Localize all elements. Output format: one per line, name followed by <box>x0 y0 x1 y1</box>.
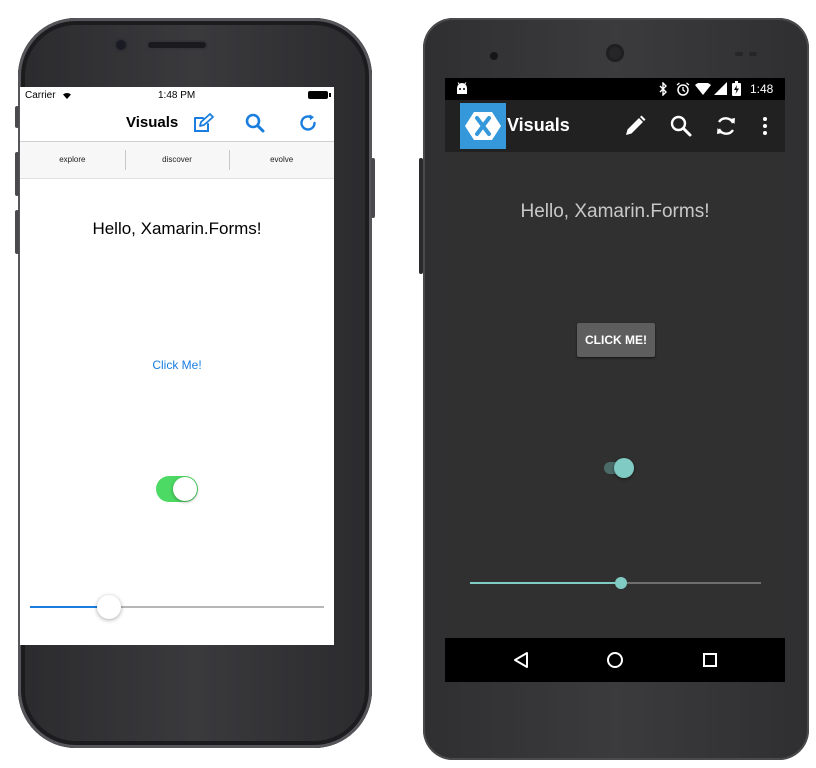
ios-click-me-button[interactable]: Click Me! <box>127 358 227 372</box>
search-icon[interactable] <box>669 114 693 138</box>
ios-screen: Carrier 1:48 PM Visuals explore discover… <box>20 87 334 645</box>
android-sensor-2 <box>749 52 757 56</box>
xamarin-logo-icon <box>460 103 506 149</box>
android-screen: 1:48 Visuals Hello, Xamarin.Forms! CLICK… <box>445 78 785 682</box>
battery-tip <box>329 93 331 97</box>
cell-signal-icon <box>714 82 727 95</box>
android-toolbar-title: Visuals <box>507 115 570 135</box>
iphone-speaker <box>148 42 206 48</box>
tab-explore[interactable]: explore <box>20 142 125 178</box>
ios-clock: 1:48 PM <box>158 90 196 101</box>
android-speaker <box>606 44 624 62</box>
overflow-menu-icon[interactable] <box>761 116 769 136</box>
iphone-mute-switch <box>15 106 19 128</box>
android-switch-thumb <box>614 458 634 478</box>
compose-icon[interactable] <box>192 113 214 133</box>
android-front-camera <box>490 52 498 60</box>
ios-nav-title: Visuals <box>126 114 179 131</box>
android-seekbar[interactable] <box>470 574 761 592</box>
battery-charging-icon <box>732 81 741 96</box>
ios-toggle-switch[interactable] <box>156 476 198 502</box>
android-wifi-icon <box>695 83 711 95</box>
tab-discover[interactable]: discover <box>124 142 230 178</box>
pencil-icon[interactable] <box>623 114 647 138</box>
android-volume-buttons <box>419 158 423 274</box>
tab-evolve[interactable]: evolve <box>229 142 334 178</box>
ios-status-bar: Carrier 1:48 PM <box>20 87 334 105</box>
android-navigation-bar <box>445 638 785 682</box>
ios-slider-thumb[interactable] <box>97 595 122 619</box>
bluetooth-icon <box>659 82 667 96</box>
search-icon[interactable] <box>245 113 265 133</box>
android-toolbar: Visuals <box>445 100 785 152</box>
iphone-volume-down <box>15 210 19 254</box>
ios-carrier: Carrier <box>25 90 56 101</box>
battery-icon <box>308 91 328 99</box>
iphone-power-button <box>371 158 375 218</box>
back-icon[interactable] <box>512 651 530 669</box>
ios-hello-label: Hello, Xamarin.Forms! <box>92 219 262 238</box>
wifi-icon <box>63 92 71 99</box>
recents-icon[interactable] <box>702 652 718 668</box>
android-seekbar-thumb[interactable] <box>615 577 628 589</box>
android-click-me-button[interactable]: CLICK ME! <box>577 323 655 357</box>
android-debug-icon <box>457 82 467 94</box>
alarm-icon <box>676 82 690 96</box>
android-status-bar: 1:48 <box>445 78 785 100</box>
refresh-icon[interactable] <box>714 114 738 138</box>
android-sensor <box>735 52 743 56</box>
ios-slider[interactable] <box>30 595 324 619</box>
ios-navigation-bar: Visuals <box>20 105 334 142</box>
iphone-front-camera <box>116 40 126 50</box>
ios-toggle-knob <box>173 477 197 501</box>
android-hello-label: Hello, Xamarin.Forms! <box>520 201 710 222</box>
home-icon[interactable] <box>606 651 624 669</box>
refresh-icon[interactable] <box>298 113 318 133</box>
android-toggle-switch[interactable] <box>603 458 635 478</box>
android-clock: 1:48 <box>750 82 774 96</box>
ios-tab-bar: explore discover evolve <box>20 142 334 179</box>
android-seekbar-fill <box>470 582 622 584</box>
iphone-volume-up <box>15 152 19 196</box>
